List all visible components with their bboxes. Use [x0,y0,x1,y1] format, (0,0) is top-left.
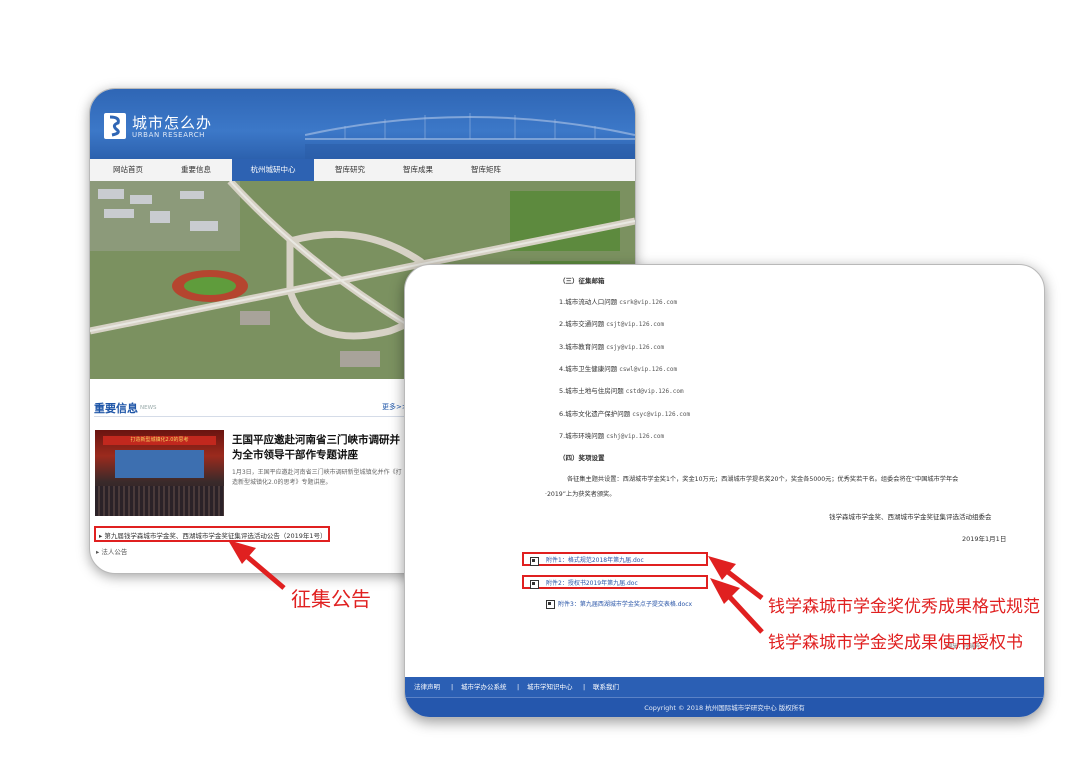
nav-item-think-tank-results[interactable]: 智库成果 [384,159,452,181]
site-header: 城市怎么办 URBAN RESEARCH [90,89,635,159]
attachment-idea-form[interactable]: 附件3：第九届西湖城市学金奖点子提交表格.docx [546,598,692,612]
attachment-authorization[interactable]: 附件2：授权书2019年第九届.doc [522,575,708,589]
attachment-link[interactable]: 附件1：格式规范2018年第九届.doc [546,557,644,564]
site-title[interactable]: 城市怎么办 [132,112,212,133]
document-icon [530,580,539,589]
footer-separator: | [451,683,454,691]
news-thumbnail[interactable]: 打造新型城镇化2.0的思考 [95,430,224,516]
main-nav: 网站首页 重要信息 杭州城研中心 智库研究 智库成果 智库矩阵 [90,159,635,182]
mail-item: 2.城市交通问题 csjt@vip.126.com [559,320,665,328]
footer-link-office-system[interactable]: 城市学办公系统 [461,677,507,697]
email-link[interactable]: csjt@vip.126.com [606,321,664,328]
mail-item: 7.城市环境问题 cshj@vip.126.com [559,432,665,440]
news-headline[interactable]: 王国平应邀赴河南省三门峡市调研并为全市领导干部作专题讲座 [232,433,407,463]
thumbnail-audience [95,486,224,516]
annotation-authorization-label: 钱学森城市学金奖成果使用授权书 [768,633,1023,653]
attachment-format-spec[interactable]: 附件1：格式规范2018年第九届.doc [522,552,708,566]
thumbnail-stage-screen [115,450,204,478]
award-paragraph-line2: ·2019”上为获奖者颁奖。 [545,491,616,498]
email-link[interactable]: csyc@vip.126.com [632,411,690,418]
annotation-notice-label: 征集公告 [291,587,371,611]
footer-copyright: Copyright © 2018 杭州国际城市学研究中心 版权所有 [405,697,1044,717]
site-subtitle: URBAN RESEARCH [132,131,206,139]
mail-item: 4.城市卫生健康问题 cswl@vip.126.com [559,365,678,373]
footer-separator: | [517,683,520,691]
award-paragraph-line1: 各征集主题共设置：西湖城市学金奖1个，奖金10万元；西湖城市学提名奖20个，奖金… [567,476,959,483]
attachment-link[interactable]: 附件3：第九届西湖城市学金奖点子提交表格.docx [558,601,692,608]
legal-notice-link[interactable]: ▸ 法人公告 [96,546,127,556]
footer-link-contact[interactable]: 联系我们 [593,677,619,697]
email-link[interactable]: cswl@vip.126.com [619,366,677,373]
email-link[interactable]: csrk@vip.126.com [619,299,677,306]
organizer-signature: 钱学森城市学金奖、西湖城市学金奖征集评选活动组委会 [829,513,992,521]
nav-item-think-tank-research[interactable]: 智库研究 [316,159,384,181]
document-icon [530,557,539,566]
nav-item-home[interactable]: 网站首页 [94,159,162,181]
news-summary: 1月3日，王国平应邀赴河南省三门峡市调研新型城镇化并作《打造新型城镇化2.0的思… [232,469,402,486]
email-link[interactable]: cshj@vip.126.com [606,433,664,440]
news-section-en: NEWS [140,405,157,411]
footer-link-legal[interactable]: 法律声明 [414,677,440,697]
bridge-silhouette-icon [305,113,635,159]
mail-item: 1.城市流动人口问题 csrk@vip.126.com [559,298,678,306]
award-section-title: （四）奖项设置 [559,454,605,462]
email-link[interactable]: csjy@vip.126.com [606,344,664,351]
footer-nav: 法律声明 | 城市学办公系统 | 城市学知识中心 | 联系我们 [405,677,1044,697]
mail-section-title: （三）征集邮箱 [559,277,605,285]
news-section-title: 重要信息 [94,402,138,415]
nav-item-important-info[interactable]: 重要信息 [162,159,230,181]
notice-date: 2019年1月1日 [962,535,1007,543]
mail-item: 6.城市文化遗产保护问题 csyc@vip.126.com [559,410,691,418]
annotation-format-label: 钱学森城市学金奖优秀成果格式规范 [768,597,1040,617]
nav-item-hangzhou-center[interactable]: 杭州城研中心 [232,159,314,181]
attachment-link[interactable]: 附件2：授权书2019年第九届.doc [546,580,638,587]
news-divider [94,416,406,417]
footer-separator: | [583,683,586,691]
thumbnail-banner: 打造新型城镇化2.0的思考 [103,436,216,445]
nav-item-think-tank-matrix[interactable]: 智库矩阵 [452,159,520,181]
mail-item: 5.城市土地与住房问题 cstd@vip.126.com [559,387,684,395]
site-logo-icon[interactable] [104,113,126,139]
award-notice-link[interactable]: ▸ 第九届钱学森城市学金奖、西湖城市学金奖征集评选活动公告（2019年1号） [94,526,330,542]
email-link[interactable]: cstd@vip.126.com [626,388,684,395]
mail-item: 3.城市教育问题 csjy@vip.126.com [559,343,665,351]
footer-link-knowledge-center[interactable]: 城市学知识中心 [527,677,573,697]
document-icon [546,600,555,609]
